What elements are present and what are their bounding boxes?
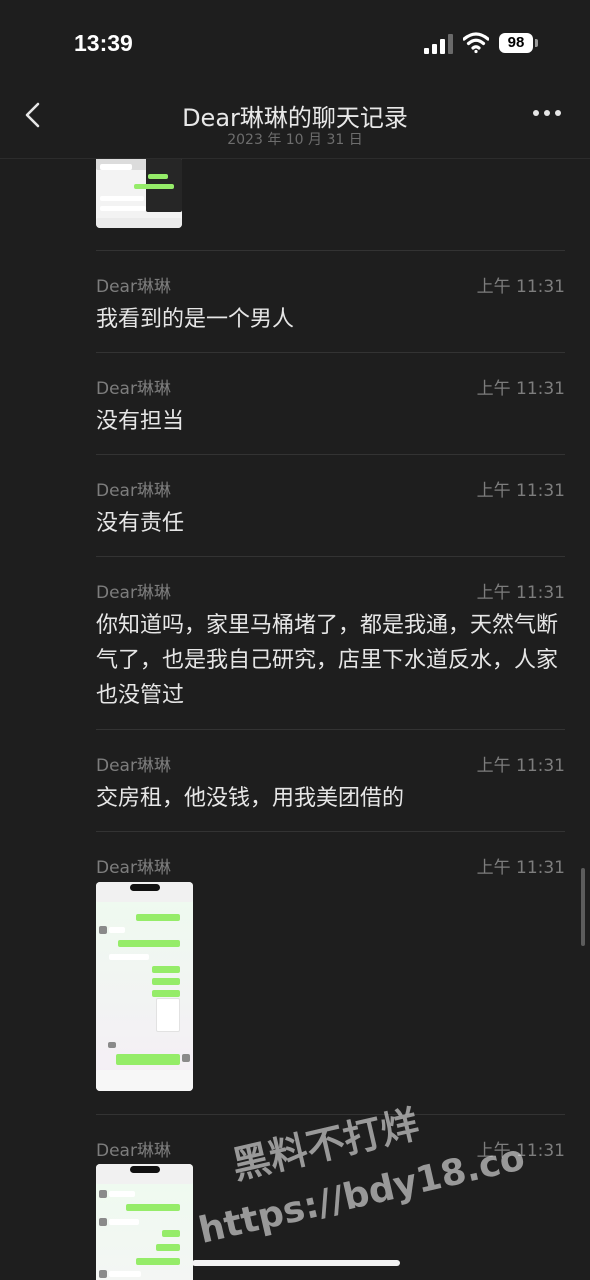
sender-name: Dear琳琳 <box>96 379 171 399</box>
battery-cap <box>535 39 538 47</box>
divider <box>96 831 565 832</box>
image-thumbnail[interactable] <box>96 1164 193 1280</box>
message-item[interactable]: Dear琳琳 上午 11:31 交房租，他没钱，用我美团借的 <box>96 751 565 831</box>
message-text: 没有责任 <box>96 511 185 536</box>
message-item[interactable]: Dear琳琳 上午 11:31 没有担当 <box>96 374 565 454</box>
more-dots-icon[interactable] <box>530 103 564 123</box>
wifi-icon <box>463 32 489 54</box>
home-indicator[interactable] <box>192 1260 400 1266</box>
message-time: 上午 11:31 <box>476 583 565 603</box>
sender-name: Dear琳琳 <box>96 277 171 297</box>
message-time: 上午 11:31 <box>476 481 565 501</box>
divider <box>96 729 565 730</box>
message-item[interactable]: Dear琳琳 上午 11:31 你知道吗，家里马桶堵了，都是我通，天然气断气了，… <box>96 578 565 728</box>
nav-bar: Dear琳琳的聊天记录 2023 年 10 月 31 日 <box>0 88 590 159</box>
chat-record-feed[interactable]: Dear琳琳 上午 11:31 我看到的是一个男人 Dear琳琳 上午 11:3… <box>0 158 590 1280</box>
message-item[interactable]: Dear琳琳 上午 11:31 我看到的是一个男人 <box>96 272 565 352</box>
sender-name: Dear琳琳 <box>96 583 171 603</box>
message-text: 你知道吗，家里马桶堵了，都是我通，天然气断气了，也是我自己研究，店里下水道反水，… <box>96 613 559 708</box>
page-title: Dear琳琳的聊天记录 <box>182 104 408 132</box>
message-text: 没有担当 <box>96 409 185 434</box>
sender-name: Dear琳琳 <box>96 1141 171 1161</box>
message-time: 上午 11:31 <box>476 277 565 297</box>
divider <box>96 556 565 557</box>
image-thumbnail[interactable] <box>96 158 182 228</box>
message-time: 上午 11:31 <box>476 756 565 776</box>
message-time: 上午 11:31 <box>476 379 565 399</box>
page-date: 2023 年 10 月 31 日 <box>227 132 363 148</box>
image-thumbnail[interactable] <box>96 882 193 1091</box>
divider <box>96 352 565 353</box>
sender-name: Dear琳琳 <box>96 481 171 501</box>
battery-icon: 98 <box>499 33 533 53</box>
sender-name: Dear琳琳 <box>96 756 171 776</box>
message-item[interactable]: Dear琳琳 上午 11:31 没有责任 <box>96 476 565 556</box>
message-time: 上午 11:31 <box>476 858 565 878</box>
message-text: 交房租，他没钱，用我美团借的 <box>96 786 405 811</box>
scroll-indicator[interactable] <box>581 868 585 946</box>
status-bar: 13:39 98 <box>0 0 590 88</box>
divider <box>96 454 565 455</box>
signal-icon <box>424 34 454 54</box>
sender-name: Dear琳琳 <box>96 858 171 878</box>
status-time: 13:39 <box>74 30 133 56</box>
divider <box>96 250 565 251</box>
message-text: 我看到的是一个男人 <box>96 307 295 332</box>
